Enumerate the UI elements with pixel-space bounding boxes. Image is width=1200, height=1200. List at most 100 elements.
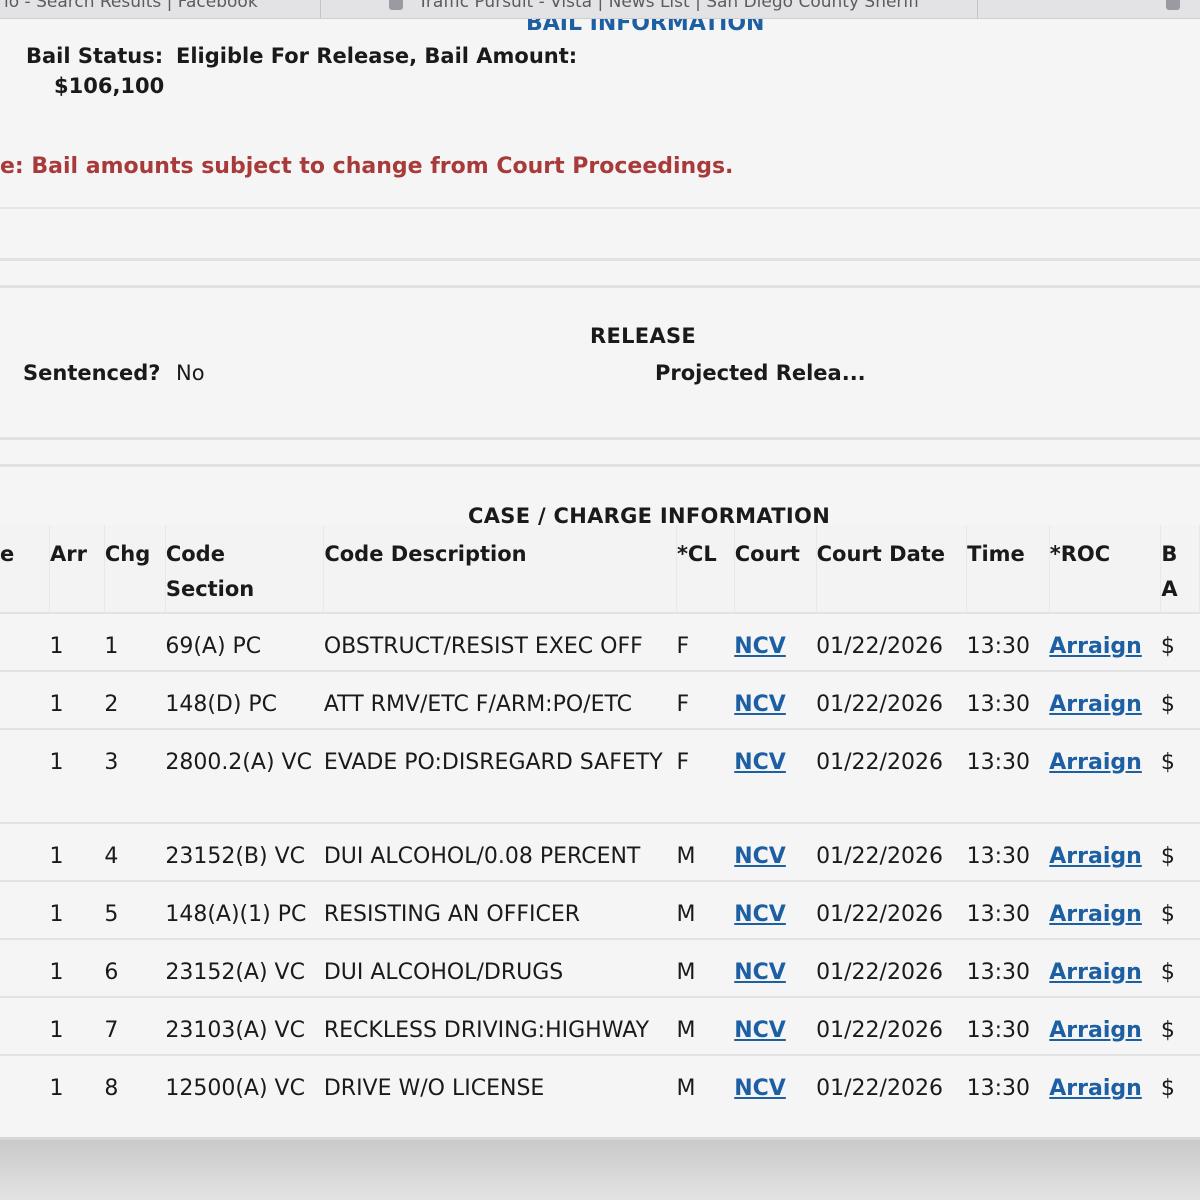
- cell-court: NCV: [734, 671, 816, 729]
- cell-bail: $: [1161, 613, 1200, 671]
- cell-bail-text: $: [1160, 750, 1175, 775]
- cell-arr: 1: [50, 939, 105, 997]
- charges-header-row: e Arr Chg Code Section Code Description *…: [0, 525, 1200, 613]
- cell-time: 13:30: [967, 823, 1050, 881]
- cell-court-date-text: 01/22/2026: [816, 692, 943, 717]
- cell-roc: Arraign: [1049, 671, 1161, 729]
- cell-code-section-text: 12500(A) VC: [165, 1076, 305, 1101]
- cell-code-section: 148(D) PC: [165, 671, 324, 729]
- cell-arr: 1: [50, 823, 105, 881]
- cell-bail-text: $: [1160, 902, 1175, 927]
- cell-chg: 5: [104, 881, 165, 939]
- cell-roc: Arraign: [1049, 1055, 1161, 1112]
- table-row: 1 1 69(A) PC OBSTRUCT/RESIST EXEC OFF F NCV 01…: [0, 613, 1200, 671]
- cell-code-description: EVADE PO:DISREGARD SAFETY: [324, 729, 677, 823]
- roc-link[interactable]: Arraign: [1049, 1018, 1142, 1043]
- cell-class: F: [676, 613, 734, 671]
- cell-case: [0, 671, 50, 729]
- cell-court-date: 01/22/2026: [816, 939, 967, 997]
- cell-code-section: 12500(A) VC: [165, 1055, 324, 1112]
- cell-class: F: [676, 729, 734, 823]
- cell-roc: Arraign: [1049, 997, 1161, 1055]
- court-link[interactable]: NCV: [734, 1076, 786, 1101]
- column-header-court: Court: [734, 525, 817, 613]
- cell-court-date-text: 01/22/2026: [816, 750, 943, 775]
- cell-class-text: M: [676, 1076, 696, 1101]
- cell-code-section: 148(A)(1) PC: [165, 881, 324, 939]
- cell-court-date-text: 01/22/2026: [816, 902, 943, 927]
- cell-chg-text: 8: [104, 1076, 119, 1101]
- roc-link[interactable]: Arraign: [1049, 634, 1142, 659]
- cell-code-section: 23103(A) VC: [165, 997, 324, 1055]
- window-bottom-shadow: [0, 1140, 1200, 1200]
- cell-class-text: M: [676, 844, 696, 869]
- cell-case: [0, 729, 50, 823]
- court-link[interactable]: NCV: [734, 692, 786, 717]
- cell-court: NCV: [734, 823, 816, 881]
- cell-time-text: 13:30: [966, 1076, 1031, 1101]
- cell-bail: $: [1161, 997, 1200, 1055]
- roc-link[interactable]: Arraign: [1049, 1076, 1142, 1101]
- roc-link[interactable]: Arraign: [1049, 844, 1142, 869]
- court-link[interactable]: NCV: [734, 960, 786, 985]
- cell-class-text: F: [676, 750, 690, 775]
- cell-code-description: DUI ALCOHOL/0.08 PERCENT: [324, 823, 677, 881]
- court-link[interactable]: NCV: [734, 844, 786, 869]
- cell-bail-text: $: [1160, 692, 1175, 717]
- cell-arr-text: 1: [49, 634, 64, 659]
- cell-chg-text: 6: [104, 960, 119, 985]
- cell-code-section-text: 23152(B) VC: [165, 844, 305, 869]
- cell-code-description-text: RESISTING AN OFFICER: [323, 902, 581, 927]
- cell-time-text: 13:30: [966, 844, 1031, 869]
- cell-court-date: 01/22/2026: [816, 613, 967, 671]
- cell-court-date: 01/22/2026: [816, 1055, 967, 1112]
- cell-code-section: 23152(B) VC: [165, 823, 324, 881]
- cell-code-description: RESISTING AN OFFICER: [324, 881, 677, 939]
- table-row: 1 5 148(A)(1) PC RESISTING AN OFFICER M NCV 01…: [0, 881, 1200, 939]
- charges-table: e Arr Chg Code Section Code Description *…: [0, 525, 1200, 1112]
- cell-court-date: 01/22/2026: [816, 881, 967, 939]
- cell-code-section-text: 23103(A) VC: [165, 1018, 305, 1043]
- cell-arr-text: 1: [49, 844, 64, 869]
- court-link[interactable]: NCV: [734, 1018, 786, 1043]
- cell-bail-text: $: [1160, 634, 1175, 659]
- cell-class: M: [676, 997, 734, 1055]
- cell-court: NCV: [734, 613, 816, 671]
- cell-court-date: 01/22/2026: [816, 997, 967, 1055]
- cell-code-section-text: 23152(A) VC: [165, 960, 305, 985]
- roc-link[interactable]: Arraign: [1049, 960, 1142, 985]
- cell-code-section-text: 148(D) PC: [165, 692, 278, 717]
- court-link[interactable]: NCV: [734, 634, 786, 659]
- cell-class-text: F: [676, 634, 690, 659]
- roc-link[interactable]: Arraign: [1049, 692, 1142, 717]
- cell-class: M: [676, 939, 734, 997]
- cell-roc: Arraign: [1049, 613, 1161, 671]
- cell-court: NCV: [734, 997, 816, 1055]
- cell-class-text: F: [676, 692, 690, 717]
- roc-link[interactable]: Arraign: [1049, 902, 1142, 927]
- cell-arr: 1: [50, 671, 105, 729]
- cell-class: M: [676, 823, 734, 881]
- cell-chg-text: 5: [104, 902, 119, 927]
- cell-time-text: 13:30: [966, 750, 1031, 775]
- cell-chg: 2: [104, 671, 165, 729]
- cell-code-section: 2800.2(A) VC: [165, 729, 324, 823]
- court-link[interactable]: NCV: [734, 902, 786, 927]
- cell-class: M: [676, 881, 734, 939]
- court-link[interactable]: NCV: [734, 750, 786, 775]
- cell-code-description-text: OBSTRUCT/RESIST EXEC OFF: [323, 634, 643, 659]
- table-row: 1 6 23152(A) VC DUI ALCOHOL/DRUGS M NCV 01/22/…: [0, 939, 1200, 997]
- cell-code-section: 69(A) PC: [165, 613, 324, 671]
- cell-time-text: 13:30: [966, 634, 1031, 659]
- cell-time-text: 13:30: [966, 692, 1031, 717]
- cell-arr-text: 1: [49, 750, 64, 775]
- cell-code-description: DRIVE W/O LICENSE: [324, 1055, 677, 1112]
- cell-code-description-text: DRIVE W/O LICENSE: [323, 1076, 545, 1101]
- cell-time: 13:30: [967, 671, 1050, 729]
- cell-court-date-text: 01/22/2026: [816, 844, 943, 869]
- roc-link[interactable]: Arraign: [1049, 750, 1142, 775]
- cell-arr: 1: [50, 1055, 105, 1112]
- cell-time: 13:30: [967, 1055, 1050, 1112]
- column-header-roc: *ROC: [1049, 525, 1162, 613]
- cell-code-description-text: RECKLESS DRIVING:HIGHWAY: [323, 1018, 650, 1043]
